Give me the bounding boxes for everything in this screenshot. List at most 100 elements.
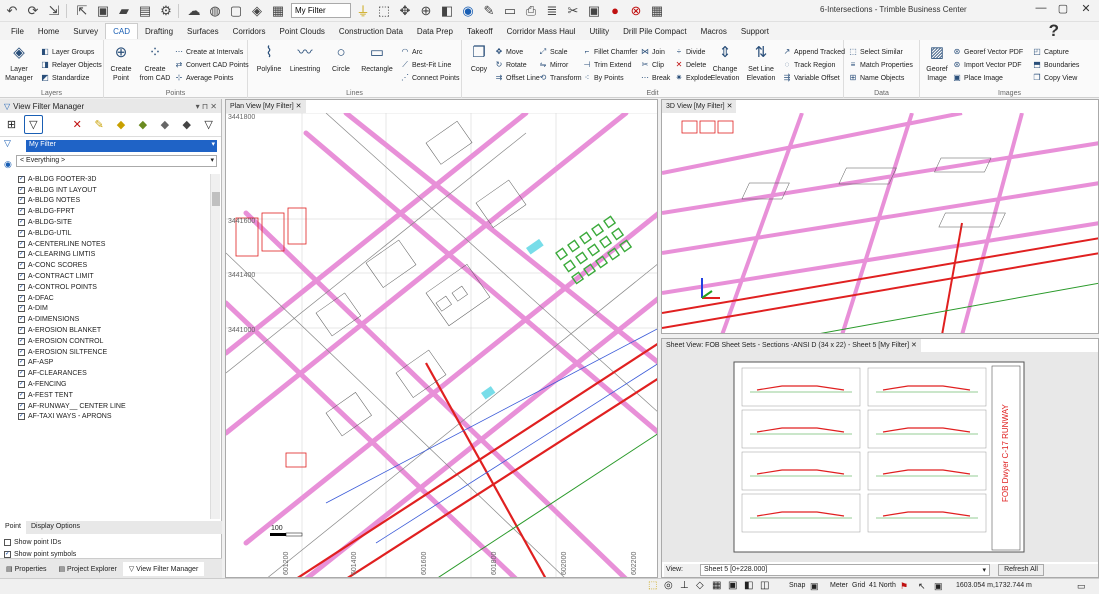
sheet-view-tab[interactable]: Sheet View: FOB Sheet Sets - Sections -A… [662,339,921,352]
select-mode-icon[interactable]: ⬚ [648,580,657,591]
rectangle-button[interactable]: ▭ Rectangle [360,43,394,74]
break-button[interactable]: ⋯ Break [640,72,670,84]
mirror-button[interactable]: ⇋ Mirror [538,59,569,71]
layer-checkbox[interactable]: ✓ [18,175,25,183]
match-properties-button[interactable]: ≡ Match Properties [848,59,913,71]
standardize-button[interactable]: ◩ Standardize [40,72,89,84]
rotate-button[interactable]: ↻ Rotate [494,59,527,71]
option-checkbox[interactable] [4,538,11,546]
import-vector-pdf-button[interactable]: ⊛ Import Vector PDF [952,59,1022,71]
layer-row[interactable]: ✓ A-EROSION CONTROL [18,336,210,347]
delete-button[interactable]: ✕ Delete [674,59,707,71]
layer-checkbox[interactable]: ✓ [18,208,25,216]
layer-row[interactable]: ✓ AF-ASP [18,358,210,369]
layer-row[interactable]: ✓ A-CONTROL POINTS [18,282,210,293]
create-from-cad-button[interactable]: ⁘ Create from CAD [138,43,172,83]
grid-toggle-icon[interactable]: ▦ [712,580,721,591]
options-icon[interactable]: ▦ [648,2,666,20]
layer-manager-button[interactable]: ◈ Layer Manager [2,43,36,83]
arc-button[interactable]: ◠ Arc [400,46,423,58]
refresh-all-button[interactable]: Refresh All [998,564,1044,576]
stop-icon[interactable]: ⊗ [627,2,645,20]
set-line-elevation-button[interactable]: ⇅ Set Line Elevation [744,43,778,83]
layer-row[interactable]: ✓ A-BLDG-UTIL [18,228,210,239]
globe-icon[interactable]: ◍ [206,2,224,20]
circle-button[interactable]: ○ Circle [324,43,358,74]
tab-support[interactable]: Support [734,24,776,39]
close-icon[interactable]: ✕ [1077,2,1095,18]
export-icon[interactable]: ⇱ [73,2,91,20]
layer-checkbox[interactable]: ✓ [18,251,25,259]
layer-row[interactable]: ✓ AF-RUNWAY__ CENTER LINE [18,401,210,412]
layer-checkbox[interactable]: ✓ [18,337,25,345]
units-status[interactable]: Meter [830,582,848,589]
3d-view-drawing[interactable] [662,113,1099,334]
layer-checkbox[interactable]: ✓ [18,197,25,205]
track-region-button[interactable]: ◌ Track Region [782,59,836,71]
place-image-button[interactable]: ▣ Place Image [952,72,1003,84]
sheet-drawing[interactable]: FOB Dwyer C-17 RUNWAY [662,352,1099,562]
save-icon[interactable]: ▤ [136,2,154,20]
layers-green-icon[interactable]: ◆ [133,115,152,134]
tab-home[interactable]: Home [31,24,66,39]
layer-checkbox[interactable]: ✓ [18,381,25,389]
capture-button[interactable]: ◰ Capture [1032,46,1069,58]
layer-checkbox[interactable]: ✓ [18,316,25,324]
boundaries-button[interactable]: ⬒ Boundaries [1032,59,1079,71]
select-icon[interactable]: ⬚ [375,2,393,20]
layers-dark-icon[interactable]: ◆ [177,115,196,134]
tab-drafting[interactable]: Drafting [138,24,180,39]
layer-row[interactable]: ✓ A-BLDG INT LAYOUT [18,185,210,196]
change-elevation-button[interactable]: ⇕ Change Elevation [708,43,742,83]
tab-view-filter-manager[interactable]: ▽ View Filter Manager [122,561,205,576]
layer-status-icon[interactable]: ◧ [744,580,753,591]
polar-icon[interactable]: ◇ [696,580,704,591]
layer-row[interactable]: ✓ A-DIMENSIONS [18,314,210,325]
close-icon[interactable]: ✕ [727,103,733,110]
report-icon[interactable]: ≣ [543,2,561,20]
minimize-icon[interactable]: — [1032,2,1050,18]
tab-survey[interactable]: Survey [66,24,105,39]
tab-point-clouds[interactable]: Point Clouds [273,24,332,39]
zoom-icon[interactable]: ⊕ [417,2,435,20]
grid-status[interactable]: Grid [852,582,865,589]
plan-view-drawing[interactable]: 3441800 3441600 3441400 3441000 100 6012… [226,113,658,578]
layer-checkbox[interactable]: ✓ [18,294,25,302]
tools-icon[interactable]: ✂ [564,2,582,20]
ortho-icon[interactable]: ⊥ [680,580,689,591]
view-filter-combo[interactable] [291,3,351,18]
join-button[interactable]: ⋈ Join [640,46,665,58]
pan-icon[interactable]: ✥ [396,2,414,20]
panel-pin-close-icon[interactable]: ▾ ⊓ ✕ [196,102,217,111]
create-point-button[interactable]: ⊕ Create Point [104,43,138,83]
linestring-button[interactable]: 〰 Linestring [288,43,322,74]
layer-checkbox[interactable]: ✓ [18,219,25,227]
layer-checkbox[interactable]: ✓ [18,186,25,194]
cube-icon[interactable]: ◈ [248,2,266,20]
layer-checkbox[interactable]: ✓ [18,359,25,367]
layer-row[interactable]: ✓ A-CENTERLINE NOTES [18,239,210,250]
close-icon[interactable]: ✕ [296,103,302,110]
explode-button[interactable]: ✷ Explode [674,72,712,84]
move-button[interactable]: ✥ Move [494,46,523,58]
level-icon[interactable]: ◫ [760,580,769,591]
layer-checkbox[interactable]: ✓ [18,229,25,237]
plan-view-tab[interactable]: Plan View [My Filter] ✕ [226,100,306,113]
filter-icon[interactable]: ⏚ [354,2,372,20]
layer-row[interactable]: ✓ A-BLDG-SITE [18,217,210,228]
sheet-view-icon[interactable]: ▦ [269,2,287,20]
tab-corridors[interactable]: Corridors [226,24,273,39]
name-objects-button[interactable]: ⊞ Name Objects [848,72,905,84]
clip-button[interactable]: ✂ Clip [640,59,664,71]
layer-row[interactable]: ✓ A-DIM [18,304,210,315]
convert-cad-points-button[interactable]: ⇄ Convert CAD Points [174,59,249,71]
zone-status[interactable]: 41 North [869,582,896,589]
layer-icon[interactable]: ◧ [438,2,456,20]
sheet-view[interactable]: Sheet View: FOB Sheet Sets - Sections -A… [661,338,1099,578]
maximize-icon[interactable]: ▢ [1054,2,1072,18]
help-icon[interactable]: ? [1049,21,1059,41]
point-option[interactable]: Show point IDs [4,536,214,549]
tab-file[interactable]: File [4,24,31,39]
layer-checkbox[interactable]: ✓ [18,305,25,313]
color-icon[interactable]: ✎ [90,115,109,134]
